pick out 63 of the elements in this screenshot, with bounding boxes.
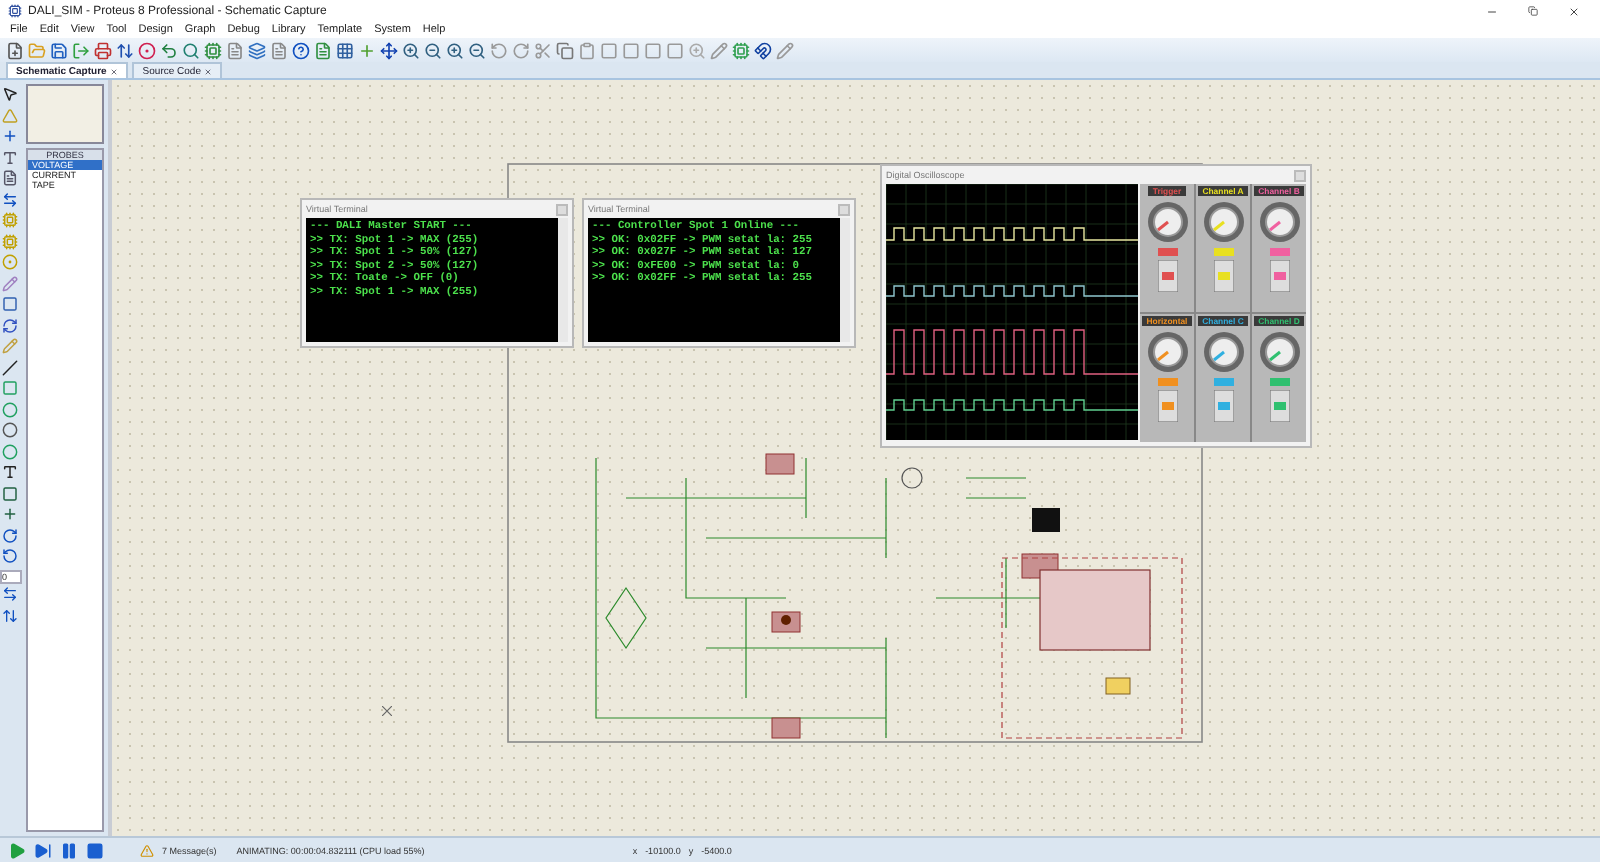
rotate-icon[interactable]	[2, 527, 20, 545]
document-icon[interactable]	[226, 41, 244, 59]
app-icon	[8, 4, 22, 18]
knob-icon[interactable]	[1201, 330, 1245, 374]
flip-icon[interactable]	[2, 607, 20, 625]
pointer-icon[interactable]	[2, 86, 20, 104]
zoom-out-icon[interactable]	[468, 41, 486, 59]
cross-marker-icon	[382, 706, 392, 716]
document-icon[interactable]	[314, 41, 332, 59]
layers-icon[interactable]	[248, 41, 266, 59]
knob-icon[interactable]	[1145, 200, 1189, 244]
stop-button[interactable]	[86, 841, 104, 859]
minimize-icon	[1486, 5, 1498, 17]
move-icon[interactable]	[380, 41, 398, 59]
undo-icon[interactable]	[160, 41, 178, 59]
scrollbar[interactable]	[840, 218, 850, 342]
exit-icon[interactable]	[72, 41, 90, 59]
slider-icon[interactable]	[1213, 260, 1233, 292]
cut-icon[interactable]	[534, 41, 552, 59]
knob-icon[interactable]	[1145, 330, 1189, 374]
knob-icon[interactable]	[1257, 330, 1301, 374]
slider-icon[interactable]	[1213, 390, 1233, 422]
chip-icon[interactable]	[2, 233, 20, 251]
step-button[interactable]	[34, 841, 52, 859]
magnet-icon[interactable]	[754, 41, 772, 59]
search-icon[interactable]	[182, 41, 200, 59]
document-icon[interactable]	[270, 41, 288, 59]
slider-icon[interactable]	[1157, 260, 1177, 292]
text-icon[interactable]	[2, 464, 20, 482]
printer-icon[interactable]	[94, 41, 112, 59]
circle-icon[interactable]	[2, 401, 20, 419]
line-icon[interactable]	[2, 359, 20, 377]
knob-icon[interactable]	[1257, 200, 1301, 244]
label-icon[interactable]	[2, 149, 20, 167]
chip-icon[interactable]	[204, 41, 222, 59]
paste-icon[interactable]	[578, 41, 596, 59]
arrows-icon[interactable]	[116, 41, 134, 59]
target-icon[interactable]	[138, 41, 156, 59]
pause-button[interactable]	[60, 841, 78, 859]
text-icon[interactable]	[2, 170, 20, 188]
slider-icon[interactable]	[1157, 390, 1177, 422]
help-icon[interactable]	[292, 41, 310, 59]
zoom-out-icon[interactable]	[424, 41, 442, 59]
pencil-icon[interactable]	[710, 41, 728, 59]
slider-icon[interactable]	[1269, 390, 1289, 422]
play-button[interactable]	[8, 841, 26, 859]
knob-icon[interactable]	[1201, 200, 1245, 244]
zoom-in-icon[interactable]	[402, 41, 420, 59]
close-icon	[1568, 5, 1580, 17]
zoom-in-icon[interactable]	[446, 41, 464, 59]
new-file-icon[interactable]	[6, 41, 24, 59]
copy-icon[interactable]	[556, 41, 574, 59]
rotate-icon[interactable]	[2, 548, 20, 566]
restore-icon	[1528, 6, 1538, 16]
redo-icon[interactable]	[512, 41, 530, 59]
grid-icon[interactable]	[336, 41, 354, 59]
save-icon[interactable]	[50, 41, 68, 59]
undo-icon[interactable]	[490, 41, 508, 59]
scrollbar[interactable]	[558, 218, 568, 342]
warning-icon	[140, 843, 154, 857]
mirror-icon[interactable]	[2, 586, 20, 604]
schematic-canvas[interactable]	[108, 80, 1600, 836]
slider-icon[interactable]	[1269, 260, 1289, 292]
